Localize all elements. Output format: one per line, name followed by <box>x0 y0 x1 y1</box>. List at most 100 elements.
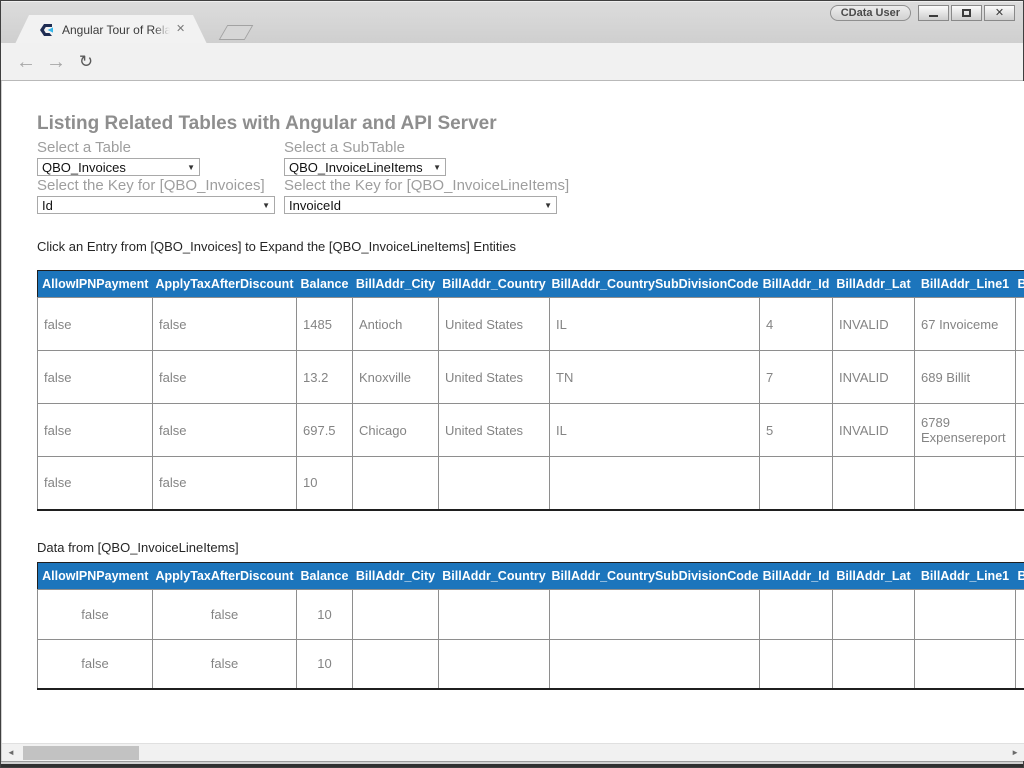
cell <box>760 457 833 510</box>
minimize-icon <box>929 15 938 17</box>
browser-toolbar: ← → ↻ i localhost:3000/dashboard ☆ ⋮ <box>1 43 1023 81</box>
cell <box>1016 404 1024 457</box>
scroll-right-icon[interactable]: ► <box>1011 748 1019 757</box>
tab-close-icon[interactable]: ✕ <box>176 24 185 35</box>
invoices-table: AllowIPNPaymentApplyTaxAfterDiscountBala… <box>37 270 1024 511</box>
cell: false <box>153 457 297 510</box>
close-button[interactable]: ✕ <box>984 5 1015 21</box>
cell <box>760 589 833 639</box>
minimize-button[interactable] <box>918 5 949 21</box>
scroll-left-icon[interactable]: ◄ <box>7 748 15 757</box>
cell: false <box>38 351 153 404</box>
cell: 13.2 <box>297 351 353 404</box>
cell: false <box>153 351 297 404</box>
column-header: BillAddr_Country <box>439 271 550 298</box>
horizontal-scrollbar[interactable]: ◄ ► <box>2 743 1024 761</box>
column-header: BillAddr_Line2 <box>1016 562 1024 589</box>
line-item-row: falsefalse10 <box>38 639 1024 689</box>
table-select-label: Select a Table <box>37 139 284 157</box>
column-header: BillAddr_Id <box>760 271 833 298</box>
profile-badge[interactable]: CData User <box>830 5 911 21</box>
restore-button[interactable] <box>951 5 982 21</box>
invoices-table-caption: Click an Entry from [QBO_Invoices] to Ex… <box>37 239 1024 254</box>
cell <box>550 639 760 689</box>
window-controls: ✕ <box>918 5 1015 21</box>
cell: United States <box>439 404 550 457</box>
cell: false <box>38 404 153 457</box>
cell <box>1016 298 1024 351</box>
cell: 697.5 <box>297 404 353 457</box>
table-key-select[interactable]: Id▼ <box>37 196 275 214</box>
column-header: BillAddr_Lat <box>833 271 915 298</box>
column-header: BillAddr_Country <box>439 562 550 589</box>
cell <box>760 639 833 689</box>
window-bottom-frame <box>1 761 1023 767</box>
chevron-down-icon: ▼ <box>540 201 556 210</box>
invoice-row[interactable]: falsefalse1485AntiochUnited StatesIL4INV… <box>38 298 1024 351</box>
cell: false <box>38 457 153 510</box>
line-items-table-container: AllowIPNPaymentApplyTaxAfterDiscountBala… <box>37 562 1024 691</box>
cell: false <box>153 589 297 639</box>
cell: 10 <box>297 457 353 510</box>
invoice-row[interactable]: falsefalse10 <box>38 457 1024 510</box>
column-header: AllowIPNPayment <box>38 562 153 589</box>
subtable-key-select[interactable]: InvoiceId▼ <box>284 196 557 214</box>
column-header: ApplyTaxAfterDiscount <box>153 271 297 298</box>
browser-window: { "window": { "user_badge": "CData User"… <box>0 0 1024 768</box>
tab-title-fade <box>154 23 170 37</box>
cell: IL <box>550 298 760 351</box>
forward-icon[interactable]: → <box>43 49 69 75</box>
cell: Antioch <box>353 298 439 351</box>
close-icon: ✕ <box>995 8 1004 19</box>
cell <box>439 639 550 689</box>
cell: 67 Invoiceme <box>915 298 1016 351</box>
cell <box>550 457 760 510</box>
chevron-down-icon: ▼ <box>429 163 445 172</box>
cell: 10 <box>297 589 353 639</box>
cell: 689 Billit <box>915 351 1016 404</box>
column-header: BillAddr_City <box>353 271 439 298</box>
cell <box>439 589 550 639</box>
cell: INVALID <box>833 404 915 457</box>
tab-title: Angular Tour of Related T <box>62 23 170 37</box>
restore-icon <box>962 9 971 17</box>
table-select[interactable]: QBO_Invoices▼ <box>37 158 200 176</box>
cell <box>915 589 1016 639</box>
table-select-value: QBO_Invoices <box>42 160 126 175</box>
subtable-select[interactable]: QBO_InvoiceLineItems▼ <box>284 158 446 176</box>
cell <box>439 457 550 510</box>
cell <box>1016 351 1024 404</box>
cell: false <box>153 404 297 457</box>
header-row: AllowIPNPaymentApplyTaxAfterDiscountBala… <box>38 271 1024 298</box>
invoices-table-container: AllowIPNPaymentApplyTaxAfterDiscountBala… <box>37 270 1024 511</box>
browser-tab[interactable]: Angular Tour of Related T ✕ <box>15 15 207 44</box>
column-header: BillAddr_Line2 <box>1016 271 1024 298</box>
scrollbar-thumb[interactable] <box>23 746 139 760</box>
cell: false <box>38 639 153 689</box>
cell: INVALID <box>833 298 915 351</box>
cell: TN <box>550 351 760 404</box>
cell: 4 <box>760 298 833 351</box>
column-header: ApplyTaxAfterDiscount <box>153 562 297 589</box>
cell <box>915 457 1016 510</box>
cell: 10 <box>297 639 353 689</box>
reload-icon[interactable]: ↻ <box>73 49 99 75</box>
column-header: BillAddr_CountrySubDivisionCode <box>550 271 760 298</box>
column-header: BillAddr_City <box>353 562 439 589</box>
column-header: Balance <box>297 271 353 298</box>
chevron-down-icon: ▼ <box>258 201 274 210</box>
cell <box>833 589 915 639</box>
cell: false <box>38 589 153 639</box>
cell: false <box>153 298 297 351</box>
titlebar: Angular Tour of Related T ✕ CData User ✕ <box>1 1 1023 43</box>
line-items-table: AllowIPNPaymentApplyTaxAfterDiscountBala… <box>37 562 1024 691</box>
column-header: BillAddr_Line1 <box>915 271 1016 298</box>
invoice-row[interactable]: falsefalse697.5ChicagoUnited StatesIL5IN… <box>38 404 1024 457</box>
header-row: AllowIPNPaymentApplyTaxAfterDiscountBala… <box>38 562 1024 589</box>
page-title: Listing Related Tables with Angular and … <box>37 113 1024 135</box>
cell: false <box>153 639 297 689</box>
cell <box>833 639 915 689</box>
back-icon[interactable]: ← <box>13 49 39 75</box>
invoice-row[interactable]: falsefalse13.2KnoxvilleUnited StatesTN7I… <box>38 351 1024 404</box>
new-tab-button[interactable] <box>219 25 254 40</box>
